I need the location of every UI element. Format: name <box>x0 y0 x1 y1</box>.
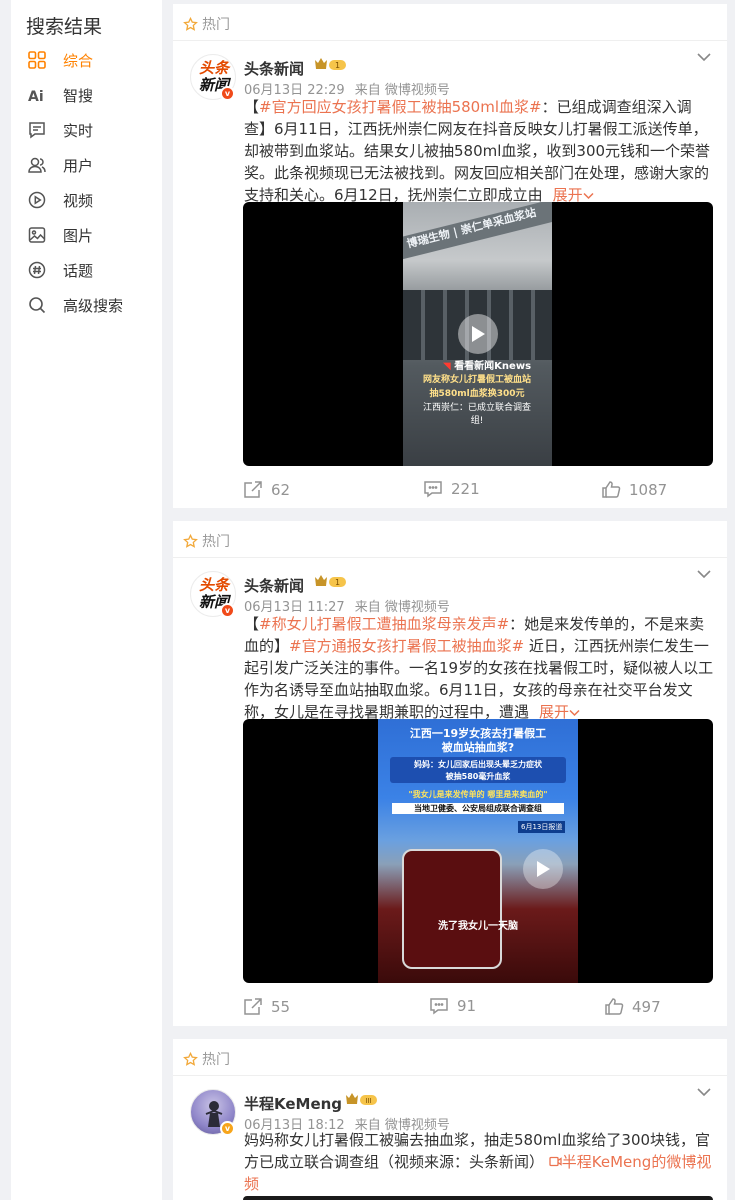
topic-link[interactable]: #官方通报女孩打暑假工被抽血浆# <box>289 637 524 655</box>
star-icon <box>183 533 198 548</box>
hot-label: 热门 <box>183 14 230 34</box>
repost-button[interactable]: 55 <box>243 997 290 1016</box>
vip-crown-icon: 1 <box>315 58 346 70</box>
video-link-icon <box>549 1156 562 1167</box>
nav-label: 用户 <box>63 156 94 175</box>
nav-item-video[interactable]: 视频 <box>27 188 93 212</box>
nav-item-advanced-search[interactable]: 高级搜索 <box>27 293 123 317</box>
verified-badge-icon: v <box>220 86 235 101</box>
vip-crown-icon: III <box>346 1093 377 1105</box>
nav-label: 智搜 <box>63 86 94 105</box>
grid-icon <box>27 50 47 70</box>
star-icon <box>183 16 198 31</box>
nav-label: 综合 <box>63 51 94 70</box>
vip-crown-icon: 1 <box>315 575 346 587</box>
thumbs-up-icon <box>602 481 621 498</box>
nav-label: 高级搜索 <box>63 296 124 315</box>
svg-text:III: III <box>365 1097 371 1105</box>
blood-bag <box>402 849 502 969</box>
post-text: 【#官方回应女孩打暑假工被抽580ml血浆#：已组成调查组深入调查】6月11日，… <box>244 98 711 204</box>
video-player[interactable]: 江西一19岁女孩去打暑假工 被血站抽血浆? 妈妈：女儿回家后出现头晕乏力症状 被… <box>243 719 713 983</box>
nav-label: 视频 <box>63 191 94 210</box>
topic-hash-icon <box>27 260 47 280</box>
post-card: 热门 头条 新闻 v 头条新闻 1 06月13日 11:27 来自 微博视频号 【… <box>173 521 727 1026</box>
post-card: 热门 v 半程KeMeng III 06月13日 18:12 来自 微博视频号 妈… <box>173 1039 727 1200</box>
verified-badge-icon: v <box>220 603 235 618</box>
verified-badge-icon: v <box>220 1121 235 1136</box>
nav-label: 话题 <box>63 261 94 280</box>
sidebar-title: 搜索结果 <box>26 16 103 38</box>
post-text: 【#称女儿打暑假工遭抽血浆母亲发声#：她是来发传单的，不是来卖血的】#官方通报女… <box>244 615 714 721</box>
star-icon <box>183 1051 198 1066</box>
svg-text:1: 1 <box>335 578 340 587</box>
sidebar: 搜索结果 综合 Ai 智搜 实时 用户 视频 图片 话题 高级搜索 <box>11 0 162 1200</box>
username[interactable]: 头条新闻 <box>244 575 304 596</box>
comment-icon <box>424 481 442 498</box>
svg-text:1: 1 <box>335 61 340 70</box>
nav-item-comprehensive[interactable]: 综合 <box>27 48 93 72</box>
hot-label: 热门 <box>183 531 230 551</box>
ai-icon: Ai <box>27 85 47 105</box>
video-player[interactable] <box>243 1196 713 1200</box>
chevron-down-icon <box>583 192 594 200</box>
news-brand: ◥ 看看新闻Knews <box>443 361 532 372</box>
play-icon[interactable] <box>458 314 498 354</box>
username[interactable]: 头条新闻 <box>244 58 304 79</box>
thumbs-up-icon <box>605 998 624 1015</box>
nav-label: 图片 <box>63 226 94 245</box>
realtime-icon <box>27 120 47 140</box>
nav-item-images[interactable]: 图片 <box>27 223 93 247</box>
svg-text:Ai: Ai <box>28 89 44 104</box>
chevron-down-icon[interactable] <box>695 50 713 64</box>
comment-button[interactable]: 221 <box>423 480 480 498</box>
chevron-down-icon <box>569 709 580 717</box>
comment-icon <box>430 998 448 1015</box>
repost-icon <box>244 481 262 498</box>
chevron-down-icon[interactable] <box>695 567 713 581</box>
post-text: 妈妈称女儿打暑假工被骗去抽血浆，抽走580ml血浆给了300块钱，官方已成立联合… <box>244 1131 712 1193</box>
search-icon <box>27 295 47 315</box>
user-icon <box>27 155 47 175</box>
username[interactable]: 半程KeMeng <box>244 1093 342 1114</box>
post-actions: 55 91 497 <box>173 997 727 1027</box>
nav-label: 实时 <box>63 121 94 140</box>
nav-item-users[interactable]: 用户 <box>27 153 93 177</box>
video-play-icon <box>27 190 47 210</box>
repost-button[interactable]: 62 <box>243 480 290 499</box>
post-card: 热门 头条 新闻 v 头条新闻 1 06月13日 22:29 来自 微博视频号 【… <box>173 4 727 508</box>
image-icon <box>27 225 47 245</box>
comment-button[interactable]: 91 <box>429 997 476 1015</box>
like-button[interactable]: 497 <box>604 997 661 1016</box>
repost-icon <box>244 998 262 1015</box>
play-icon[interactable] <box>523 849 563 889</box>
video-player[interactable]: 博瑞生物 | 崇仁单采血浆站 ◥ 看看新闻Knews 网友称女儿打暑假工被血站 … <box>243 202 713 466</box>
post-actions: 62 221 1087 <box>173 480 727 510</box>
nav-item-topics[interactable]: 话题 <box>27 258 93 282</box>
nav-item-ai-search[interactable]: Ai 智搜 <box>27 83 93 107</box>
topic-link[interactable]: #称女儿打暑假工遭抽血浆母亲发声# <box>259 615 509 633</box>
chevron-down-icon[interactable] <box>695 1085 713 1099</box>
nav-item-realtime[interactable]: 实时 <box>27 118 93 142</box>
topic-link[interactable]: #官方回应女孩打暑假工被抽580ml血浆# <box>259 98 542 116</box>
hot-label: 热门 <box>183 1049 230 1069</box>
like-button[interactable]: 1087 <box>601 480 667 499</box>
